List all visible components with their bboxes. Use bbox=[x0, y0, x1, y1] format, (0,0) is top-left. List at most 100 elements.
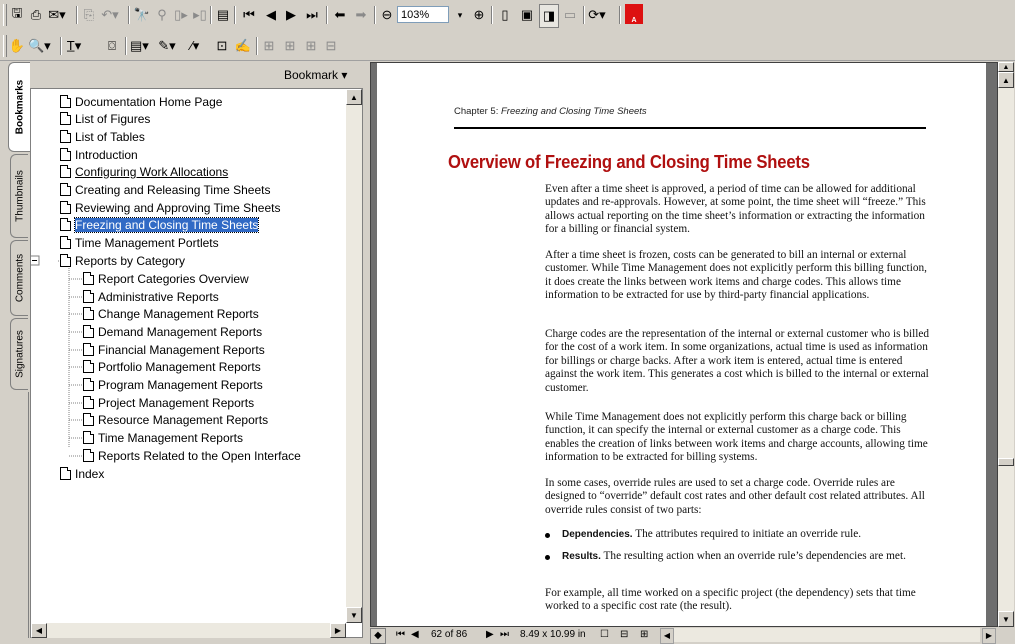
scroll-left-icon[interactable]: ◀ bbox=[31, 623, 47, 638]
fit-width-icon[interactable]: ◨ bbox=[539, 4, 559, 28]
header-rule bbox=[454, 127, 926, 129]
horizontal-scrollbar[interactable] bbox=[674, 628, 980, 642]
scroll-up-icon[interactable]: ▲ bbox=[346, 89, 362, 105]
scroll-down-icon[interactable]: ▼ bbox=[998, 611, 1014, 627]
snapshot-icon[interactable]: ⌼ bbox=[103, 35, 121, 57]
single-page-icon[interactable]: ☐ bbox=[600, 628, 609, 642]
page-up-icon[interactable]: ▲ bbox=[998, 62, 1014, 72]
bookmark-item[interactable]: Reports Related to the Open Interface bbox=[83, 447, 301, 464]
previous-page-icon[interactable]: ◀ bbox=[411, 628, 419, 642]
bookmark-item[interactable]: Documentation Home Page bbox=[60, 93, 222, 110]
text-select-icon[interactable]: T̲▾ bbox=[65, 35, 83, 57]
zoom-level-input[interactable]: 103% bbox=[397, 6, 449, 23]
adobe-logo-icon[interactable]: A bbox=[625, 4, 643, 24]
zoom-out-icon[interactable]: ⊖ bbox=[378, 4, 396, 26]
separator bbox=[234, 6, 236, 24]
bookmark-item[interactable]: Reviewing and Approving Time Sheets bbox=[60, 199, 280, 216]
review-icon-1[interactable]: ⊞ bbox=[260, 35, 278, 57]
next-view-icon[interactable]: ➡ bbox=[352, 4, 370, 26]
bookmark-options-menu[interactable]: Bookmark ▾ bbox=[284, 68, 347, 82]
scroll-down-icon[interactable]: ▼ bbox=[346, 607, 362, 623]
bookmark-item[interactable]: List of Tables bbox=[60, 128, 145, 145]
actual-size-icon[interactable]: ▯ bbox=[496, 4, 514, 26]
navigation-pane-icon[interactable]: ▤ bbox=[214, 4, 232, 26]
review-icon-2[interactable]: ⊞ bbox=[281, 35, 299, 57]
hand-tool-icon[interactable]: ✋ bbox=[8, 35, 26, 57]
bookmarks-vertical-scrollbar[interactable]: ▲ ▼ bbox=[346, 89, 362, 623]
bookmark-item[interactable]: List of Figures bbox=[60, 110, 150, 127]
page-number-input[interactable]: 62 of 86 bbox=[428, 628, 483, 642]
zoom-in-icon[interactable]: ⊕ bbox=[470, 4, 488, 26]
zoom-tool-icon[interactable]: 🔍▾ bbox=[28, 35, 51, 57]
first-page-icon[interactable]: ⏮ bbox=[240, 4, 258, 26]
bookmark-item[interactable]: Financial Management Reports bbox=[83, 341, 265, 358]
stamp-tool-icon[interactable]: ⊡ bbox=[213, 35, 231, 57]
review-icon-4[interactable]: ⊟ bbox=[322, 35, 340, 57]
bookmark-item[interactable]: Time Management Reports bbox=[83, 429, 243, 446]
separator bbox=[256, 37, 258, 55]
sign-icon[interactable]: ✍ bbox=[234, 35, 252, 57]
undo-icon[interactable]: ↶▾ bbox=[101, 4, 119, 26]
document-vertical-scrollbar[interactable]: ▲ ▲ ▼ bbox=[998, 62, 1014, 627]
document-view[interactable]: Chapter 5: Freezing and Closing Time She… bbox=[370, 62, 998, 627]
note-tool-icon[interactable]: ▤▾ bbox=[130, 35, 149, 57]
last-page-icon[interactable]: ⏭ bbox=[303, 4, 321, 26]
page-icon bbox=[83, 378, 94, 391]
email-icon[interactable]: ✉▾ bbox=[48, 4, 66, 26]
save-icon[interactable]: 🖫 bbox=[8, 4, 26, 26]
bookmark-item[interactable]: Resource Management Reports bbox=[83, 411, 268, 428]
bookmark-item[interactable]: Program Management Reports bbox=[83, 376, 263, 393]
toolbar-grip[interactable] bbox=[3, 4, 7, 26]
last-page-icon[interactable]: ⏭ bbox=[500, 628, 509, 642]
bookmark-item[interactable]: Administrative Reports bbox=[83, 288, 219, 305]
print-icon[interactable]: ⎙ bbox=[27, 4, 45, 26]
rotate-view-icon[interactable]: ⟳▾ bbox=[588, 4, 606, 26]
previous-view-icon[interactable]: ⬅ bbox=[331, 4, 349, 26]
tab-bookmarks[interactable]: Bookmarks bbox=[8, 62, 30, 152]
bookmark-item[interactable]: Creating and Releasing Time Sheets bbox=[60, 181, 270, 198]
scroll-up-icon[interactable]: ▲ bbox=[998, 72, 1014, 88]
navigation-toggle-icon[interactable]: ◆ bbox=[370, 628, 386, 644]
facing-pages-icon[interactable]: ⊞ bbox=[640, 628, 648, 642]
search-icon[interactable]: ⚲ bbox=[153, 4, 171, 26]
scroll-right-icon[interactable]: ▶ bbox=[330, 623, 346, 638]
bookmark-item[interactable]: Portfolio Management Reports bbox=[83, 358, 261, 375]
review-icon-3[interactable]: ⊞ bbox=[302, 35, 320, 57]
fit-visible-icon[interactable]: ▭ bbox=[561, 4, 579, 26]
bookmark-item[interactable]: Index bbox=[60, 465, 104, 482]
bookmarks-horizontal-scrollbar[interactable]: ◀ ▶ bbox=[31, 623, 346, 638]
horizontal-scroll-right-icon[interactable]: ▶ bbox=[982, 628, 996, 644]
bookmark-item[interactable]: Change Management Reports bbox=[83, 305, 259, 322]
fit-page-icon[interactable]: ▣ bbox=[518, 4, 536, 26]
bookmark-item[interactable]: Demand Management Reports bbox=[83, 323, 262, 340]
continuous-icon[interactable]: ⊟ bbox=[620, 628, 628, 642]
toolbar-grip[interactable] bbox=[3, 35, 7, 57]
scroll-thumb[interactable] bbox=[998, 458, 1014, 466]
section-heading: Overview of Freezing and Closing Time Sh… bbox=[448, 151, 810, 172]
next-page-icon[interactable]: ▶ bbox=[486, 628, 494, 642]
bookmark-item[interactable]: Reports by Category bbox=[60, 252, 185, 269]
page-icon bbox=[83, 449, 94, 462]
text-flow-icon[interactable]: ▸▯ bbox=[191, 4, 209, 26]
tab-comments[interactable]: Comments bbox=[10, 240, 28, 316]
tree-collapse-toggle[interactable] bbox=[29, 255, 40, 266]
bookmark-item[interactable]: Report Categories Overview bbox=[83, 270, 249, 287]
first-page-icon[interactable]: ⏮ bbox=[396, 628, 405, 642]
horizontal-scroll-left-icon[interactable]: ◀ bbox=[660, 628, 674, 644]
next-page-icon[interactable]: ▶ bbox=[282, 4, 300, 26]
tab-signatures[interactable]: Signatures bbox=[10, 318, 28, 390]
tab-thumbnails[interactable]: Thumbnails bbox=[10, 154, 28, 238]
page-icon bbox=[83, 431, 94, 444]
read-aloud-icon[interactable]: ▯▸ bbox=[172, 4, 190, 26]
previous-page-icon[interactable]: ◀ bbox=[262, 4, 280, 26]
bookmark-item[interactable]: Time Management Portlets bbox=[60, 234, 219, 251]
copy-icon[interactable]: ⎘ bbox=[80, 4, 98, 26]
find-icon[interactable]: 🔭 bbox=[133, 4, 151, 26]
bookmark-item[interactable]: Configuring Work Allocations bbox=[60, 163, 228, 180]
zoom-dropdown-icon[interactable]: ▾ bbox=[451, 4, 469, 26]
pencil-tool-icon[interactable]: ✎▾ bbox=[158, 35, 176, 57]
bookmark-item[interactable]: Introduction bbox=[60, 146, 138, 163]
highlight-tool-icon[interactable]: ⁄▾ bbox=[186, 35, 204, 57]
bookmark-item[interactable]: Project Management Reports bbox=[83, 394, 254, 411]
bookmark-item-selected[interactable]: Freezing and Closing Time Sheets bbox=[60, 216, 260, 233]
